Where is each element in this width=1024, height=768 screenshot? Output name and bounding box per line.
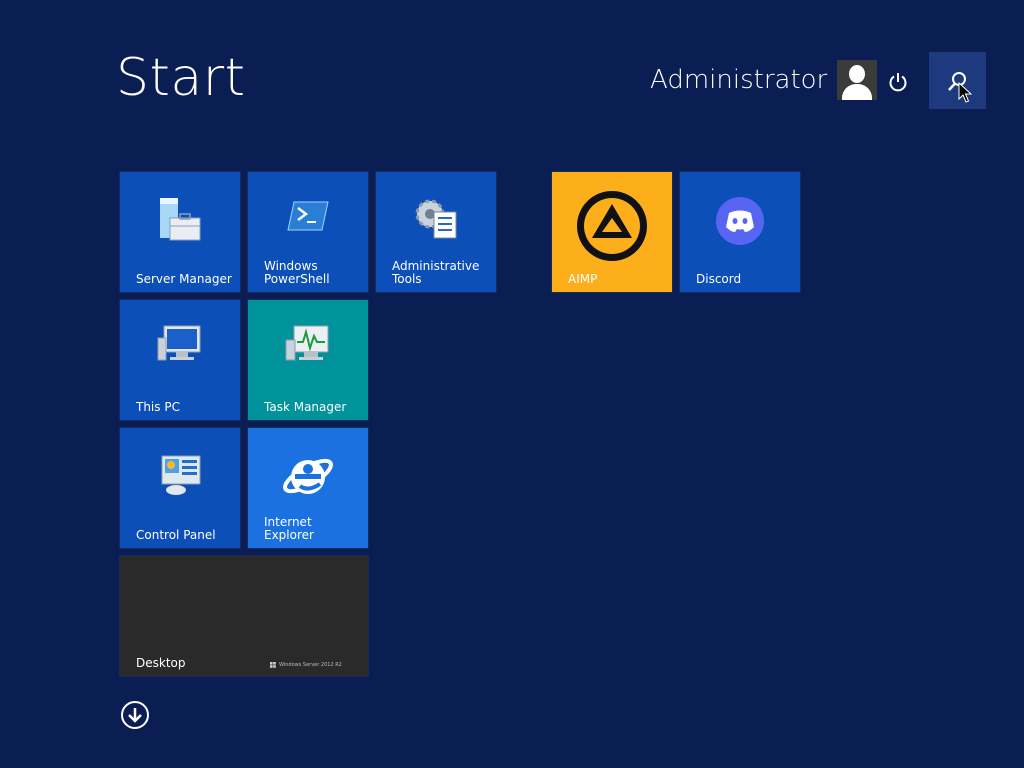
user-account-button[interactable]: Administrator [650, 58, 878, 102]
tile-windows-powershell[interactable]: Windows PowerShell [247, 171, 369, 293]
power-icon [889, 73, 907, 92]
tile-label: Server Manager [136, 272, 232, 286]
arrow-down-circle-icon [121, 701, 149, 729]
powershell-icon [287, 201, 329, 231]
server-manager-icon [160, 198, 201, 241]
tile-label: Control Panel [136, 528, 216, 542]
tile-label: Administrative Tools [392, 259, 480, 286]
power-button[interactable] [878, 62, 918, 102]
tile-aimp[interactable]: AIMP [551, 171, 673, 293]
tile-discord[interactable]: Discord [679, 171, 801, 293]
tile-administrative-tools[interactable]: Administrative Tools [375, 171, 497, 293]
discord-icon [716, 197, 764, 245]
tile-internet-explorer[interactable]: Internet Explorer [247, 427, 369, 549]
tile-label: AIMP [568, 272, 598, 286]
windows-logo-icon [270, 662, 276, 668]
computer-icon [157, 325, 201, 361]
tile-label: Task Manager [264, 400, 347, 414]
user-avatar-icon [837, 60, 878, 100]
tile-control-panel[interactable]: Control Panel [119, 427, 241, 549]
tile-label: This PC [136, 400, 180, 414]
all-apps-button[interactable] [120, 700, 150, 730]
tile-task-manager[interactable]: Task Manager [247, 299, 369, 421]
user-name: Administrator [650, 65, 828, 95]
task-manager-icon [285, 325, 329, 361]
tile-this-pc[interactable]: This PC [119, 299, 241, 421]
control-panel-icon [161, 455, 201, 495]
tile-label: Internet Explorer [264, 515, 314, 542]
tile-label: Windows PowerShell [264, 259, 330, 286]
tile-desktop[interactable]: Desktop Windows Server 2012 R2 [119, 555, 369, 677]
administrative-tools-icon [415, 199, 457, 239]
tile-label: Discord [696, 272, 742, 286]
tile-server-manager[interactable]: Server Manager [119, 171, 241, 293]
start-screen: Start Administrator Server Manager Windo… [0, 0, 1024, 768]
desktop-watermark-text: Windows Server 2012 R2 [279, 662, 342, 668]
aimp-icon [577, 191, 647, 261]
internet-explorer-icon [283, 458, 333, 494]
mouse-cursor-icon [958, 82, 972, 103]
page-title: Start [116, 48, 246, 108]
desktop-watermark: Windows Server 2012 R2 [270, 662, 342, 668]
